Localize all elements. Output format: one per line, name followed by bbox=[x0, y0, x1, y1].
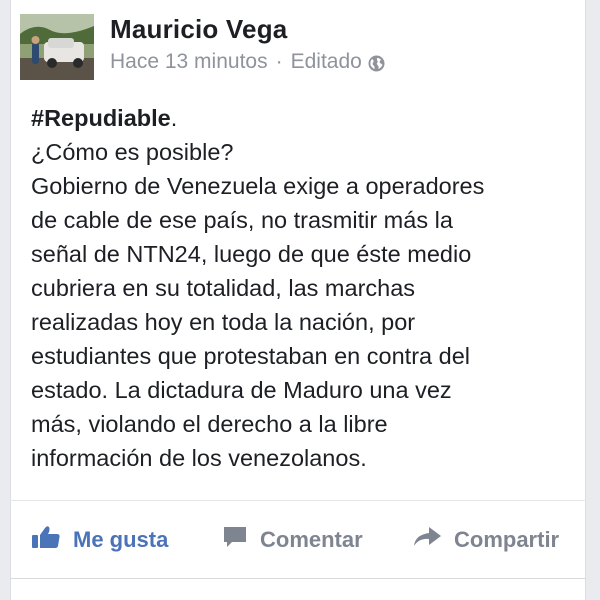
globe-icon[interactable] bbox=[368, 54, 385, 71]
actions-divider bbox=[10, 500, 586, 501]
post-meta: Hace 13 minutos · Editado bbox=[110, 50, 385, 74]
edited-label[interactable]: Editado bbox=[291, 50, 362, 74]
post-line: ¿Cómo es posible? bbox=[31, 139, 234, 165]
comment-icon bbox=[222, 525, 248, 555]
post-line: estudiantes que protestaban en contra de… bbox=[31, 343, 470, 369]
post-line: cubriera en su totalidad, las marchas bbox=[31, 275, 416, 301]
post-hashtag-line: #Repudiable. bbox=[31, 101, 576, 135]
thumbs-up-icon bbox=[31, 525, 61, 555]
post-body: #Repudiable. ¿Cómo es posible? Gobierno … bbox=[31, 101, 576, 475]
post-line: información de los venezolanos. bbox=[31, 445, 367, 471]
share-button[interactable]: Compartir bbox=[412, 522, 559, 558]
avatar[interactable] bbox=[20, 14, 94, 80]
share-label: Compartir bbox=[454, 527, 560, 552]
post-line: señal de NTN24, luego de que éste medio bbox=[31, 241, 472, 267]
hashtag-period: . bbox=[170, 105, 178, 131]
post-line: realizadas hoy en toda la nación, por bbox=[31, 309, 416, 335]
comment-button[interactable]: Comentar bbox=[222, 522, 363, 558]
post-line: estado. La dictadura de Maduro una vez bbox=[31, 377, 452, 403]
share-arrow-icon bbox=[412, 525, 442, 555]
hashtag-link[interactable]: #Repudiable bbox=[31, 105, 171, 131]
post-timestamp[interactable]: Hace 13 minutos bbox=[110, 50, 268, 74]
next-post-edge bbox=[10, 578, 586, 600]
like-label: Me gusta bbox=[73, 527, 169, 552]
meta-separator: · bbox=[275, 50, 283, 73]
comment-label: Comentar bbox=[260, 527, 363, 552]
author-name[interactable]: Mauricio Vega bbox=[110, 14, 287, 45]
post-line: Gobierno de Venezuela exige a operadores bbox=[31, 173, 485, 199]
post-line: más, violando el derecho a la libre bbox=[31, 411, 388, 437]
post-line: de cable de ese país, no trasmitir más l… bbox=[31, 207, 453, 233]
like-button[interactable]: Me gusta bbox=[31, 522, 168, 558]
